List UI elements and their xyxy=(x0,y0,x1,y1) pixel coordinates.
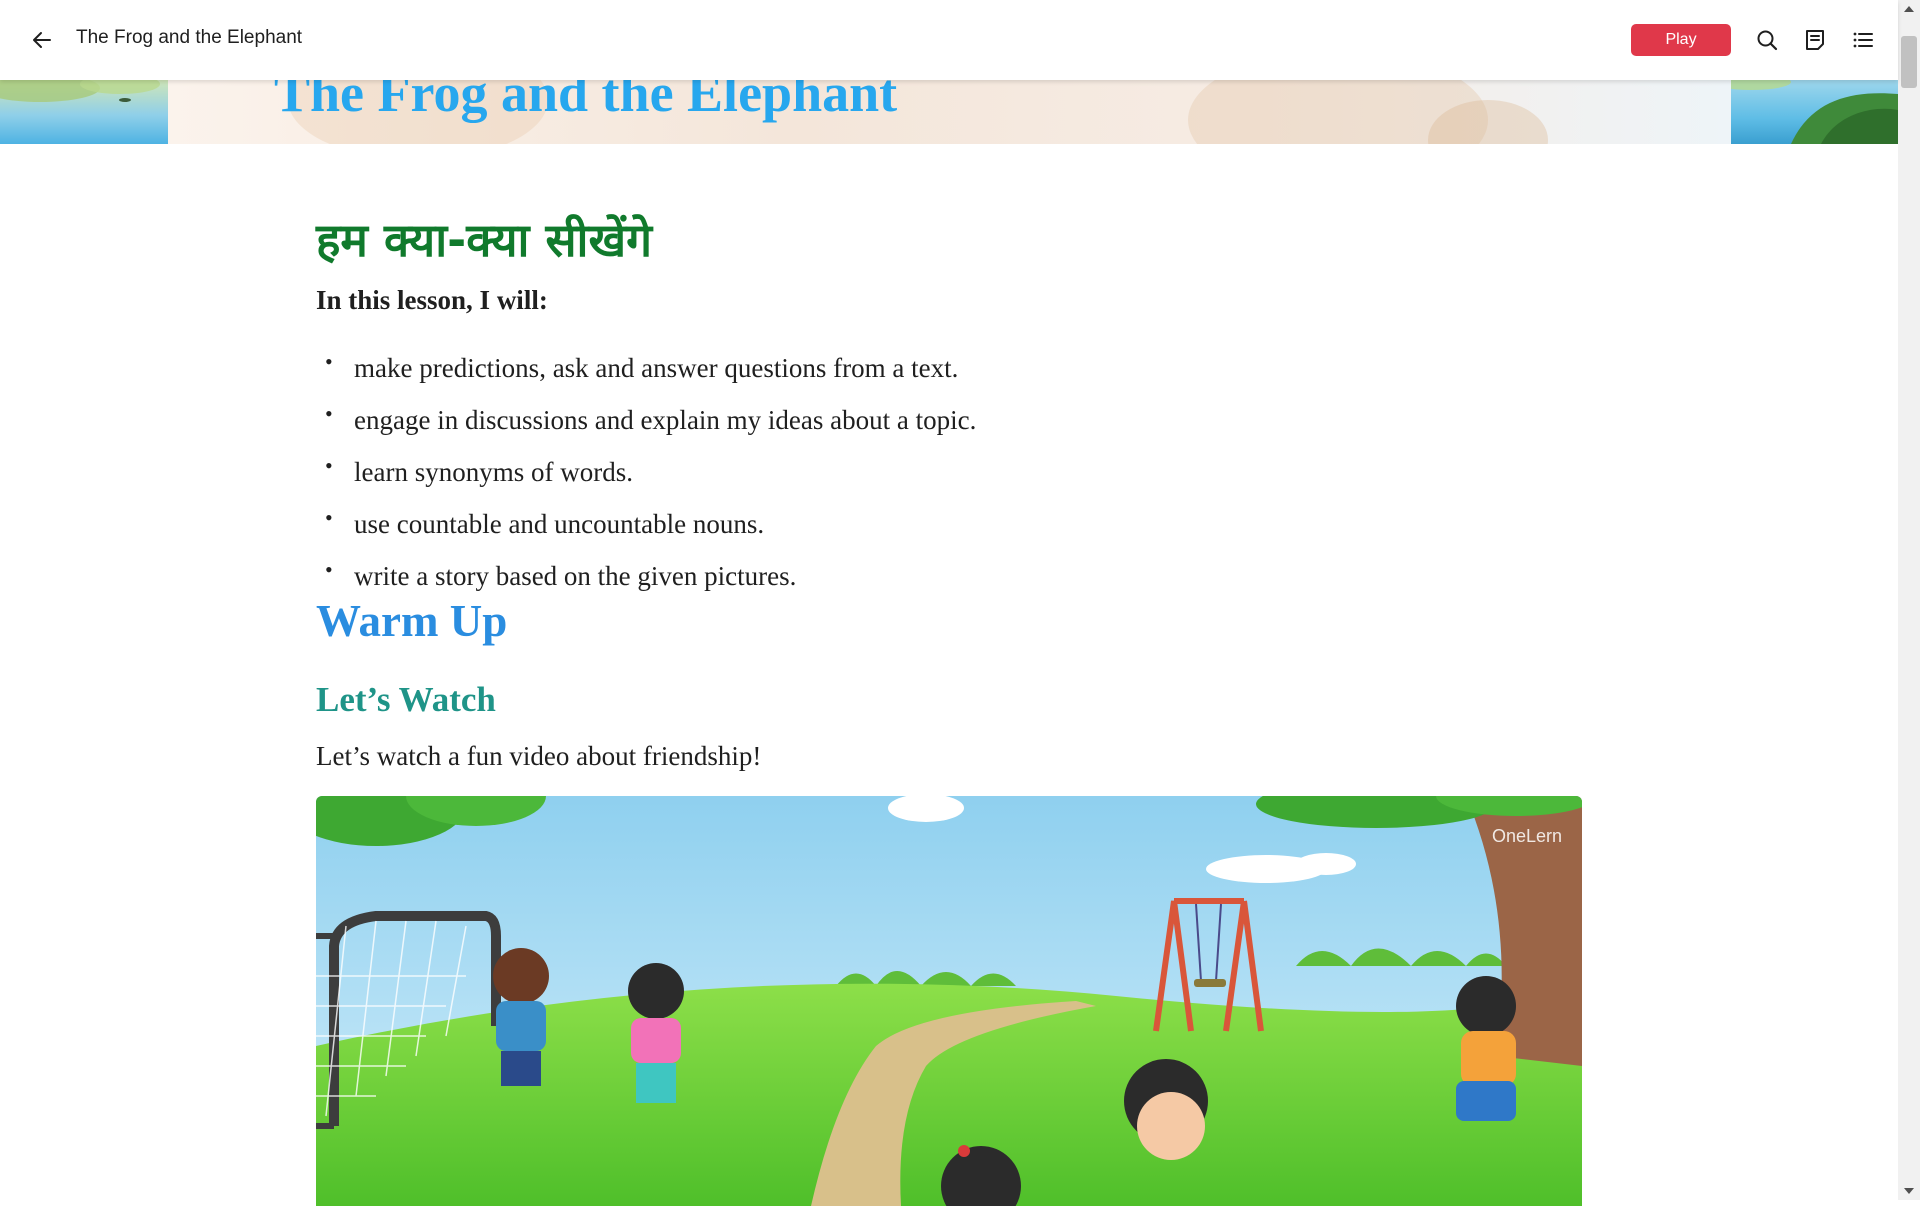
list-item: • learn synonyms of words. xyxy=(316,453,976,508)
scrollbar[interactable] xyxy=(1898,0,1920,1200)
video-thumbnail xyxy=(316,796,1582,1206)
lesson-intro: In this lesson, I will: xyxy=(316,285,548,315)
chapter-banner: The Frog and the Elephant xyxy=(0,80,1898,144)
bullet-icon: • xyxy=(325,349,333,374)
banner-left-scenery xyxy=(0,80,168,144)
top-app-bar: The Frog and the Elephant Play xyxy=(0,0,1898,80)
search-button[interactable] xyxy=(1751,24,1783,56)
contents-button[interactable] xyxy=(1847,24,1879,56)
objectives-list: • make predictions, ask and answer questi… xyxy=(316,349,976,612)
triangle-down-icon xyxy=(1904,1188,1914,1194)
notes-icon xyxy=(1806,30,1824,50)
list-icon xyxy=(1853,32,1873,48)
bullet-icon: • xyxy=(325,505,333,530)
back-button[interactable] xyxy=(26,24,58,56)
lets-watch-heading: Let’s Watch xyxy=(316,680,496,719)
list-item: • engage in discussions and explain my id… xyxy=(316,401,976,456)
bullet-icon: • xyxy=(325,453,333,478)
app-title: The Frog and the Elephant xyxy=(76,27,303,48)
warmup-heading: Warm Up xyxy=(316,596,508,646)
play-button[interactable]: Play xyxy=(1631,24,1731,56)
scroll-up-arrow[interactable] xyxy=(1898,0,1920,18)
list-item: • use countable and uncountable nouns. xyxy=(316,505,976,560)
triangle-up-icon xyxy=(1904,6,1914,12)
lets-watch-text: Let’s watch a fun video about friendship… xyxy=(316,741,762,771)
scroll-down-arrow[interactable] xyxy=(1898,1182,1920,1200)
search-icon xyxy=(1757,30,1778,51)
video-watermark: OneLern xyxy=(1492,826,1563,846)
arrow-left-icon xyxy=(33,32,51,48)
list-item: • make predictions, ask and answer questi… xyxy=(316,349,976,404)
notes-button[interactable] xyxy=(1799,24,1831,56)
video-player[interactable]: OneLern xyxy=(316,796,1582,1206)
bullet-icon: • xyxy=(325,401,333,426)
banner-title: The Frog and the Elephant xyxy=(274,80,898,123)
banner-right-scenery xyxy=(1711,80,1898,144)
scrollbar-thumb[interactable] xyxy=(1901,36,1917,88)
hindi-heading: हम क्या-क्या सीखेंगे xyxy=(316,213,652,267)
bullet-icon: • xyxy=(325,557,333,582)
